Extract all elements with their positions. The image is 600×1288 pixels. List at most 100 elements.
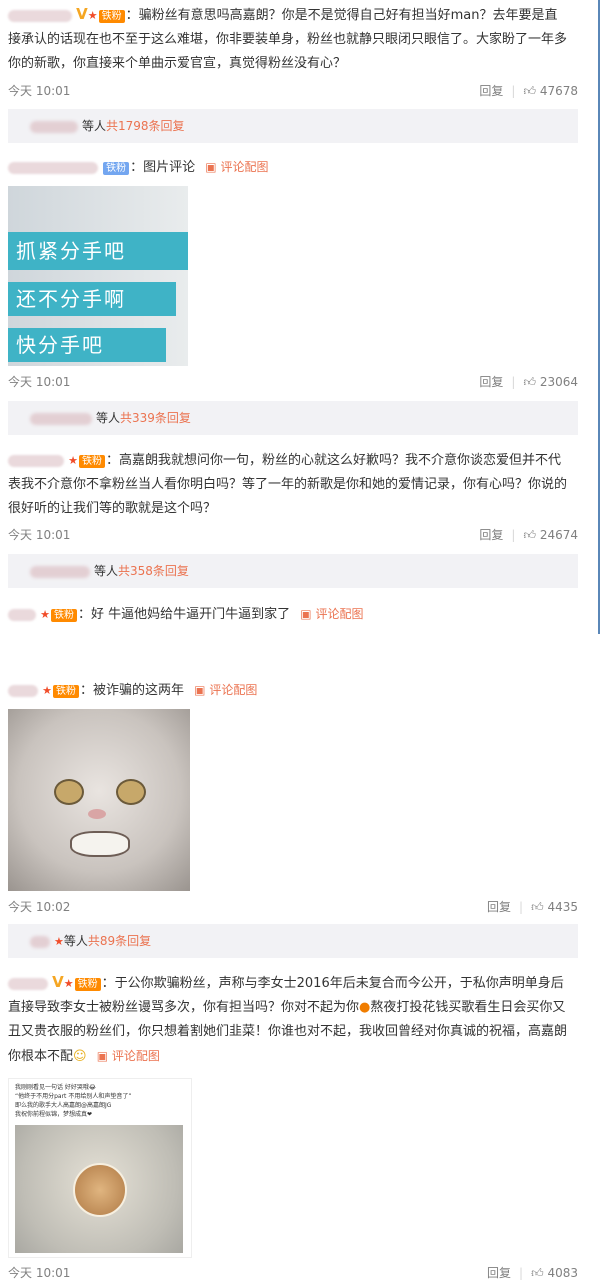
comment-panel-top: V★ 铁粉 ：骗粉丝有意思吗高嘉朗？你是不是觉得自己好有担当好man？去年要是直 接… [0,0,600,634]
image-icon: ▣ [96,1049,109,1063]
comment-image-post[interactable]: 我刚刚看见一句话 好好哭哦😂 “他终于不用分part 不用给别人和声垫音了” 即… [8,1078,192,1258]
comment-text: 丑又贵衣服的粉丝们，你只想着割她们韭菜！你谁也对不起，我收回曾经对你真诚的祝福，… [8,1024,568,1039]
username-blurred[interactable] [8,454,64,467]
like-count: 4083 [547,1266,578,1280]
comment-image-link[interactable]: ▣ 评论配图 [97,1049,160,1063]
reply-button[interactable]: 回复 [487,900,511,914]
comment-text: ：于公你欺骗粉丝，声称与李女士2016年后未复合而今公开，于私你声明单身后 [101,976,564,991]
reply-button[interactable]: 回复 [479,84,503,98]
comment-image-link[interactable]: ▣ 评论配图 [300,607,363,621]
cat-mouth [70,831,130,857]
fan-badge: 铁粉 [51,609,78,622]
post-text: 我刚刚看见一句话 好好哭哦😂 “他终于不用分part 不用给别人和声垫音了” 即… [15,1083,131,1119]
timestamp: 今天 10:01 [8,528,71,542]
comment-image-link[interactable]: ▣ 评论配图 [194,683,257,697]
comment-text: 很好听的让我们等的歌就是这个吗？ [8,501,217,516]
comment-text: ：骗粉丝有意思吗高嘉朗？你是不是觉得自己好有担当好man？去年要是直 [125,8,558,23]
image-icon: ▣ [194,683,206,697]
comment-text: ：被诈骗的这两年 [80,683,185,698]
comment-1: V★ 铁粉 ：骗粉丝有意思吗高嘉朗？你是不是觉得自己好有担当好man？去年要是直 接… [8,2,578,98]
post-line: 我祝你前程似锦，梦想成真❤ [15,1111,93,1118]
comment-text: 熬夜打投花钱买歌看生日会买你又 [370,1000,566,1015]
username-blurred[interactable] [8,161,98,174]
fan-level-icon: ★ [68,454,79,467]
username-blurred[interactable] [8,9,72,22]
screenshot-gap [0,634,600,672]
reply-count-link[interactable]: 共1798条回复 [106,119,185,133]
thumbs-up-icon[interactable]: 👍︎ [531,1266,544,1280]
post-line: 即么我的歌手大人高嘉朗@高嘉朗JG [15,1102,112,1109]
reply-count-link[interactable]: 共339条回复 [120,411,191,425]
post-line: 我刚刚看见一句话 好好哭哦😂 [15,1084,96,1091]
comment-5-body: ★ 铁粉 ：被诈骗的这两年 ▣ 评论配图 [8,678,578,703]
avatar [30,412,92,425]
comment-text: ：好 牛逼他妈给牛逼开门牛逼到家了 [78,607,291,622]
avatar [30,120,78,133]
fan-badge: 铁粉 [103,162,130,175]
comment-4-body: ★ 铁粉 ：好 牛逼他妈给牛逼开门牛逼到家了 ▣ 评论配图 [8,602,578,627]
comment-meta: 今天 10:01 回复 | 👍︎ 47678 [8,84,578,98]
reply-summary[interactable]: 等人共358条回复 [8,554,578,588]
comment-6-body: V★ 铁粉 ：于公你欺骗粉丝，声称与李女士2016年后未复合而今公开，于私你声明单身… [8,970,578,1069]
trophy-badge-icon [73,1163,127,1217]
comment-4: ★ 铁粉 ：好 牛逼他妈给牛逼开门牛逼到家了 ▣ 评论配图 [8,602,578,627]
fan-badge: 铁粉 [53,685,80,698]
reply-summary[interactable]: ★等人共89条回复 [8,924,578,958]
like-count: 24674 [539,528,578,542]
comment-text: ：图片评论 [130,160,196,175]
comment-meta: 今天 10:01 回复 | 👍︎ 4083 [8,1266,578,1280]
fan-level-icon: ★ [40,608,51,621]
thumbs-up-icon[interactable]: 👍︎ [531,900,544,914]
meme-caption-1: 抓紧分手吧 [8,232,188,270]
comment-text: 你的新歌，你直接来个单曲示爱官宣，真觉得粉丝没有心？ [8,56,347,71]
reply-users: 等人 [94,564,119,578]
orange-emoji-icon: ● [359,1000,371,1015]
fan-badge: 铁粉 [79,455,106,468]
thumbs-up-icon[interactable]: 👍︎ [523,528,536,542]
reply-count-link[interactable]: 共89条回复 [88,934,151,948]
comment-2: 铁粉 ：图片评论 ▣ 评论配图 [8,155,578,180]
comment-6: V★ 铁粉 ：于公你欺骗粉丝，声称与李女士2016年后未复合而今公开，于私你声明单身… [8,970,578,1069]
reply-button[interactable]: 回复 [479,375,503,389]
thumbs-up-icon[interactable]: 👍︎ [523,84,536,98]
emoji-icon: ☺ [73,1049,87,1064]
vip-icon: V [76,5,88,23]
reply-button[interactable]: 回复 [479,528,503,542]
timestamp: 今天 10:01 [8,375,71,389]
comment-meta: 今天 10:01 回复 | 👍︎ 23064 [8,375,578,389]
cat-eye-left [54,779,84,805]
reply-users: 等人 [63,934,88,948]
comment-image-link[interactable]: ▣ 评论配图 [205,160,268,174]
reply-button[interactable]: 回复 [487,1266,511,1280]
post-photo [15,1125,183,1253]
reply-users: 等人 [96,411,121,425]
fan-level-icon: ★ [54,935,64,948]
username-blurred[interactable] [8,684,38,697]
cat-nose [88,809,106,819]
comment-text: 直接导致李女士被粉丝谩骂多次，你有担当吗？你对不起为你 [8,1000,360,1015]
comment-panel-bottom: ★ 铁粉 ：被诈骗的这两年 ▣ 评论配图 今天 10:02 回复 | 👍︎ 4435 ★… [0,672,600,1288]
reply-summary[interactable]: 等人共1798条回复 [8,109,578,143]
timestamp: 今天 10:01 [8,84,71,98]
comment-text: 你根本不配 [8,1049,74,1064]
comment-text: ：高嘉朗我就想问你一句，粉丝的心就这么好歉吗？我不介意你谈恋爱但并不代 [106,453,562,468]
fan-level-icon: ★ [42,684,53,697]
reply-summary[interactable]: 等人共339条回复 [8,401,578,435]
timestamp: 今天 10:01 [8,1266,71,1280]
comment-text: 表我不介意你不拿粉丝当人看你明白吗？等了一年的新歌是你和她的爱情记录，你有心吗？… [8,477,568,492]
post-line: “他终于不用分part 不用给别人和声垫音了” [15,1093,132,1100]
comment-image-meme[interactable]: 抓紧分手吧 还不分手啊 快分手吧 [8,186,188,366]
meme-caption-3: 快分手吧 [8,328,166,362]
username-blurred[interactable] [8,977,48,990]
avatar [30,565,90,578]
comment-image-cat[interactable] [8,709,190,891]
meme-caption-2: 还不分手啊 [8,282,176,316]
thumbs-up-icon[interactable]: 👍︎ [523,375,536,389]
comment-3: ★ 铁粉 ：高嘉朗我就想问你一句，粉丝的心就这么好歉吗？我不介意你谈恋爱但并不代 表… [8,449,578,521]
fan-level-icon: ★ [63,977,74,990]
username-blurred[interactable] [8,608,36,621]
reply-count-link[interactable]: 共358条回复 [118,564,189,578]
comment-text: 接承认的话现在也不至于这么难堪，你非要装单身，粉丝也就静只眼闭只眼信了。大家盼了… [8,32,568,47]
fan-badge: 铁粉 [74,978,101,991]
like-count: 47678 [539,84,578,98]
